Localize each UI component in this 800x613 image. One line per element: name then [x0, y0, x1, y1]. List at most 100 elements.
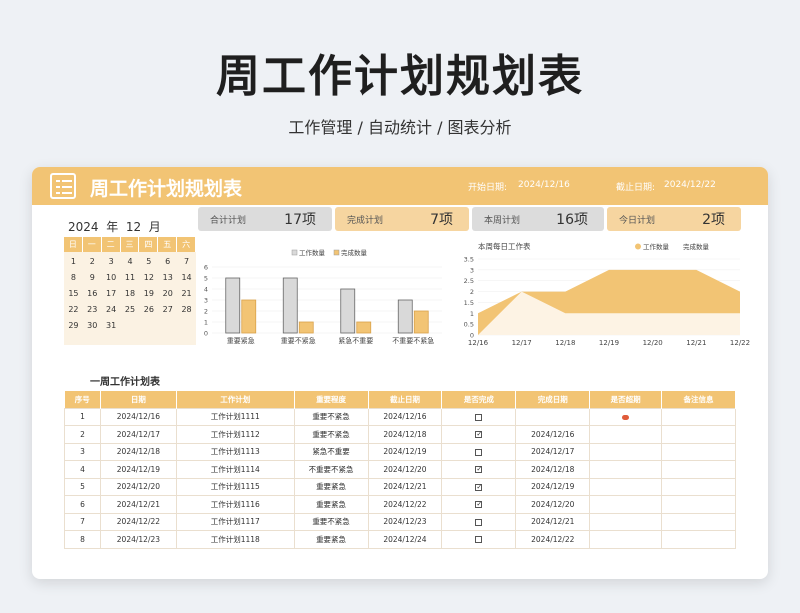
done-checkbox[interactable]	[475, 518, 483, 526]
calendar-day[interactable]: 9	[83, 270, 102, 286]
calendar-month: 12	[125, 220, 142, 234]
calendar-day[interactable]: 2	[83, 254, 102, 270]
column-header[interactable]: 备注信息	[661, 391, 736, 408]
column-header[interactable]: 工作计划	[176, 391, 295, 408]
calendar-day[interactable]: 15	[64, 286, 83, 302]
column-header[interactable]: 截止日期	[368, 391, 443, 408]
calendar-day[interactable]: 24	[102, 302, 121, 318]
column-header[interactable]: 重要程度	[294, 391, 369, 408]
table-cell: 2024/12/19	[99, 460, 177, 479]
kpi-completed: 完成计划 7项	[335, 207, 469, 231]
bar	[298, 321, 314, 334]
table-cell: ✓	[441, 425, 517, 444]
table-row: 1 2024/12/16 工作计划1111 重要不紧急 2024/12/16	[64, 407, 736, 426]
table-row: 2 2024/12/17 工作计划1112 重要不紧急 2024/12/18 ✓ 2024/…	[64, 425, 736, 444]
table-cell: 重要紧急	[293, 477, 369, 496]
calendar-day[interactable]: 1	[64, 254, 83, 270]
kpi-week: 本周计划 16项	[472, 207, 604, 231]
kpi-value: 16项	[556, 212, 588, 228]
table-cell	[589, 425, 663, 444]
table-body: 1 2024/12/16 工作计划1111 重要不紧急 2024/12/16 2 2024/…	[64, 407, 736, 549]
calendar-day[interactable]: 8	[64, 270, 83, 286]
calendar-day[interactable]: 11	[121, 270, 140, 286]
done-checkbox[interactable]	[475, 448, 483, 456]
done-checkbox[interactable]	[475, 413, 483, 421]
table-row: 7 2024/12/22 工作计划1117 重要不紧急 2024/12/23 2024/1…	[64, 512, 736, 531]
done-checkbox[interactable]: ✓	[475, 466, 483, 474]
table-cell: 2	[64, 425, 101, 444]
calendar-day[interactable]: 28	[177, 302, 196, 318]
calendar-day[interactable]: 27	[158, 302, 177, 318]
table-cell: 2024/12/23	[99, 530, 177, 549]
legend-label: 工作数量	[643, 242, 670, 251]
y-tick-label: 6	[204, 264, 208, 272]
calendar-day[interactable]: 20	[158, 286, 177, 302]
column-header[interactable]: 序号	[64, 391, 101, 408]
bar	[282, 277, 298, 334]
calendar-day[interactable]: 16	[83, 286, 102, 302]
calendar-day[interactable]: 7	[177, 254, 196, 270]
table-cell: 2024/12/22	[515, 530, 591, 549]
calendar-day[interactable]: 17	[102, 286, 121, 302]
table-cell: 紧急不重要	[293, 442, 369, 461]
kpi-label: 合计计划	[210, 216, 247, 226]
kpi-label: 今日计划	[619, 216, 656, 226]
calendar-day[interactable]: 23	[83, 302, 102, 318]
x-tick-label: 12/21	[686, 339, 706, 347]
calendar-day[interactable]: 13	[158, 270, 177, 286]
calendar-day[interactable]: 12	[139, 270, 158, 286]
done-checkbox[interactable]: ✓	[475, 483, 483, 491]
calendar-day[interactable]: 19	[139, 286, 158, 302]
table-cell	[589, 530, 663, 549]
column-header[interactable]: 是否超期	[589, 391, 663, 408]
calendar-day[interactable]: 21	[177, 286, 196, 302]
calendar-day[interactable]: 14	[177, 270, 196, 286]
calendar-day[interactable]: 22	[64, 302, 83, 318]
table-cell: 重要紧急	[293, 495, 369, 514]
table-cell: 2024/12/20	[515, 495, 591, 514]
table-cell: 工作计划1116	[175, 495, 295, 514]
table-cell	[661, 442, 736, 461]
table-cell	[589, 460, 663, 479]
calendar-day[interactable]: 30	[83, 318, 102, 334]
y-tick-label: 0.5	[464, 321, 474, 329]
done-checkbox[interactable]: ✓	[475, 431, 483, 439]
x-tick-label: 12/20	[643, 339, 663, 347]
table-cell: ✓	[441, 495, 517, 514]
table-cell: 2024/12/18	[367, 425, 443, 444]
calendar-day[interactable]: 26	[139, 302, 158, 318]
table-cell	[589, 477, 663, 496]
overdue-indicator-icon	[622, 414, 630, 420]
calendar-day[interactable]: 5	[139, 254, 158, 270]
bar	[225, 277, 241, 334]
column-header[interactable]: 是否完成	[441, 391, 517, 408]
calendar-day[interactable]: 3	[102, 254, 121, 270]
kpi-total: 合计计划 17项	[198, 207, 332, 231]
calendar-day[interactable]: 18	[121, 286, 140, 302]
planner-card: 周工作计划规划表 开始日期: 2024/12/16 截止日期: 2024/12/…	[32, 167, 768, 579]
table-cell	[661, 530, 736, 549]
table-cell: 重要不紧急	[293, 407, 369, 426]
calendar-year: 2024	[68, 220, 99, 234]
calendar-day[interactable]: 25	[121, 302, 140, 318]
table-cell: 2024/12/23	[367, 512, 443, 531]
calendar-day[interactable]: 6	[158, 254, 177, 270]
calendar-day[interactable]: 29	[64, 318, 83, 334]
done-checkbox[interactable]	[475, 536, 483, 544]
bar	[340, 288, 356, 334]
calendar-day[interactable]: 10	[102, 270, 121, 286]
table-cell: 2024/12/22	[367, 495, 443, 514]
table-cell: 重要不紧急	[293, 425, 369, 444]
table-row: 4 2024/12/19 工作计划1114 不重要不紧急 2024/12/20 ✓ 2024…	[64, 460, 736, 479]
calendar-day[interactable]: 4	[121, 254, 140, 270]
column-header[interactable]: 完成日期	[515, 391, 591, 408]
start-date-label: 开始日期:	[468, 183, 508, 193]
calendar-weekday-row: 日一二三四五六	[64, 237, 196, 252]
done-checkbox[interactable]: ✓	[475, 501, 483, 509]
column-header[interactable]: 日期	[100, 391, 177, 408]
kpi-value: 7项	[430, 212, 453, 228]
calendar-day[interactable]: 31	[102, 318, 121, 334]
table-cell: 2024/12/19	[367, 442, 443, 461]
legend-swatch	[675, 243, 681, 250]
chart-title: 本周每日工作表	[478, 241, 531, 251]
